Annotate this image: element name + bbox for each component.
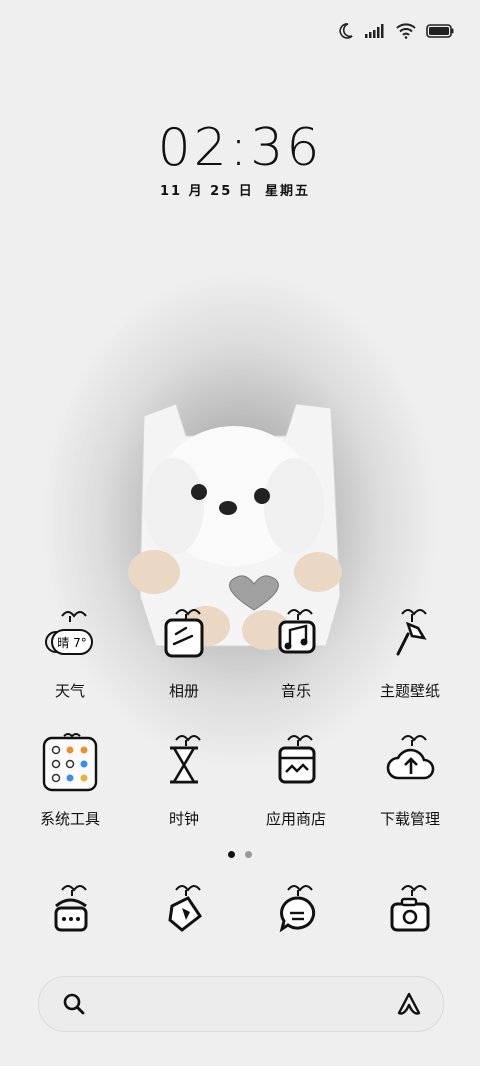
browser-icon [168,885,203,932]
search-icon[interactable] [61,991,87,1017]
app-label: 时钟 [168,810,199,828]
camera-icon [390,885,430,932]
app-system-tools[interactable]: 系统工具 [20,732,120,829]
wifi-icon [396,23,416,39]
hourglass-icon [170,735,201,784]
clock-time: 02:36 [157,118,323,178]
dock-camera[interactable] [360,880,460,948]
moon-icon [339,23,353,39]
app-label: 系统工具 [39,810,100,828]
dock-messages[interactable] [246,880,346,948]
page-indicator[interactable] [228,851,252,858]
download-cloud-icon [386,735,435,780]
app-label: 下载管理 [379,810,440,828]
app-weather[interactable]: 晴 7° 天气 [20,604,120,701]
app-label: 音乐 [280,682,311,700]
app-music[interactable]: 音乐 [246,604,346,701]
dock-phone[interactable] [20,880,120,948]
phone-icon [54,885,88,932]
status-bar [0,0,480,60]
weather-icon: 晴 7° [45,611,93,655]
assistant-icon[interactable] [395,991,423,1017]
date-day-unit: 日 [238,184,254,199]
app-themes[interactable]: 主题壁纸 [360,604,460,701]
message-icon [279,885,316,933]
clock-date: 11 月 25 日 星期五 [160,180,310,199]
app-label: 应用商店 [265,810,326,828]
search-bar[interactable] [38,976,444,1032]
folder-icon [42,733,98,792]
app-label: 天气 [54,682,85,700]
gallery-icon [164,609,204,658]
page-dot-active [228,851,235,858]
signal-icon [365,24,384,38]
store-icon [278,735,316,784]
page-dot [245,851,252,858]
theme-brush-icon [396,609,427,656]
weather-badge: 晴 7° [57,636,86,650]
app-store[interactable]: 应用商店 [246,732,346,829]
app-clock[interactable]: 时钟 [134,732,234,829]
app-gallery[interactable]: 相册 [134,604,234,701]
dock-browser[interactable] [134,880,234,948]
app-label: 相册 [168,682,199,700]
clock-widget[interactable]: 02:36 11 月 25 日 星期五 [0,118,480,199]
date-month-unit: 月 [188,184,204,199]
app-downloads[interactable]: 下载管理 [360,732,460,829]
date-month: 11 [160,184,183,199]
music-icon [278,609,316,654]
weekday: 星期五 [264,184,310,199]
battery-icon [426,24,454,38]
date-day: 25 [210,184,233,199]
app-label: 主题壁纸 [379,682,440,700]
